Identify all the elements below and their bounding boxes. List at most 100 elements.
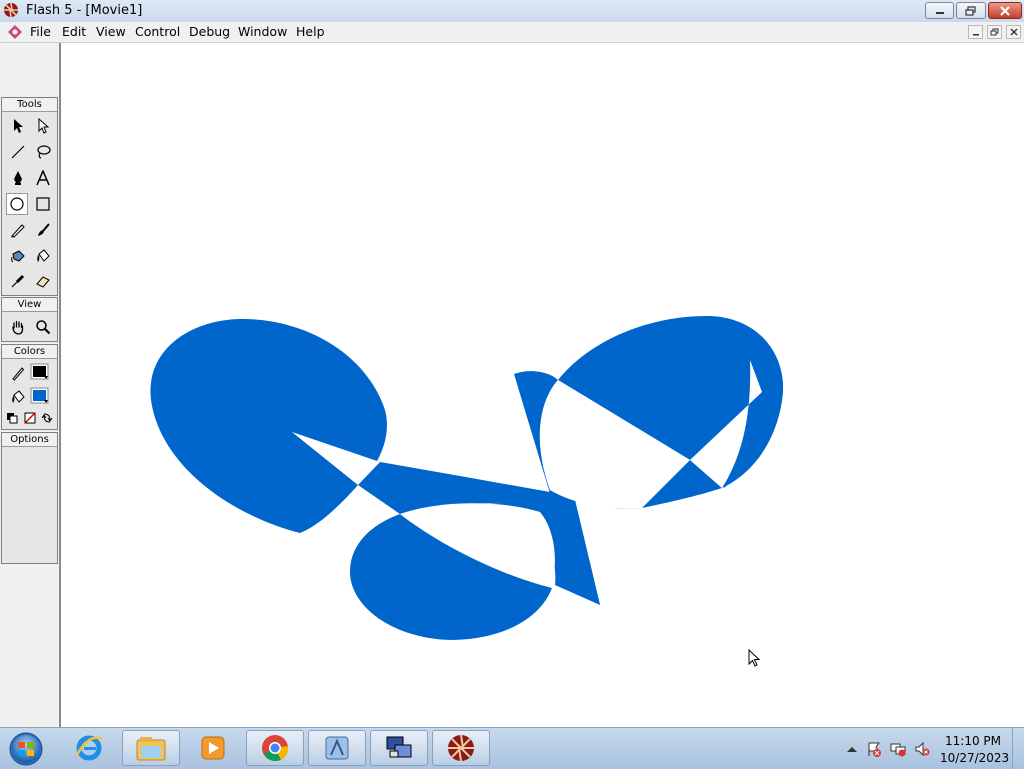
hand-tool[interactable] bbox=[7, 316, 29, 338]
rectangle-tool-icon bbox=[36, 197, 50, 211]
menu-edit[interactable]: Edit bbox=[62, 24, 86, 39]
text-tool[interactable] bbox=[32, 167, 54, 189]
stage-canvas[interactable] bbox=[62, 43, 1024, 727]
swap-colors-icon bbox=[41, 413, 53, 423]
stroke-color-swatch[interactable] bbox=[29, 362, 51, 382]
doc-restore-button[interactable] bbox=[987, 25, 1002, 39]
stroke-color-label bbox=[7, 362, 29, 384]
brush-tool-icon bbox=[38, 223, 50, 236]
window-title: Flash 5 - [Movie1] bbox=[26, 3, 143, 18]
restore-icon bbox=[990, 28, 999, 35]
hand-tool-icon bbox=[12, 320, 24, 335]
no-color-button[interactable] bbox=[22, 410, 38, 426]
doc-close-button[interactable] bbox=[1006, 25, 1021, 39]
line-tool-icon bbox=[11, 145, 25, 159]
lasso-tool[interactable] bbox=[32, 141, 54, 163]
app-icon bbox=[325, 736, 349, 760]
flash-app-icon[interactable] bbox=[3, 2, 19, 18]
zoom-tool[interactable] bbox=[32, 316, 54, 338]
options-panel: Options bbox=[1, 432, 58, 564]
action-center-icon[interactable] bbox=[866, 741, 882, 757]
taskbar-media-player[interactable] bbox=[184, 730, 242, 766]
taskbar-internet-explorer[interactable] bbox=[60, 730, 118, 766]
taskbar: 11:10 PM 10/27/2023 bbox=[0, 727, 1024, 769]
network-icon[interactable] bbox=[890, 741, 906, 757]
menu-help[interactable]: Help bbox=[296, 24, 325, 39]
menu-control[interactable]: Control bbox=[135, 24, 180, 39]
show-hidden-icons-icon[interactable] bbox=[844, 741, 860, 757]
close-icon bbox=[1010, 28, 1017, 36]
arrow-tool[interactable] bbox=[7, 115, 29, 137]
doc-minimize-button[interactable] bbox=[968, 25, 983, 39]
fill-color-label bbox=[7, 386, 29, 408]
taskbar-file-explorer[interactable] bbox=[122, 730, 180, 766]
swap-colors-button[interactable] bbox=[39, 410, 55, 426]
show-desktop-button[interactable] bbox=[1012, 728, 1024, 769]
lasso-tool-icon bbox=[37, 145, 51, 159]
paint-bucket-tool-icon bbox=[37, 249, 50, 262]
mouse-cursor-icon bbox=[748, 649, 761, 667]
clock-time[interactable]: 11:10 PM bbox=[940, 734, 1006, 748]
pen-tool[interactable] bbox=[7, 167, 29, 189]
line-tool[interactable] bbox=[7, 141, 29, 163]
default-colors-icon bbox=[7, 413, 18, 424]
title-bar: Flash 5 - [Movie1] bbox=[0, 0, 1024, 23]
taskbar-flash[interactable] bbox=[432, 730, 490, 766]
subselect-tool[interactable] bbox=[32, 115, 54, 137]
menu-view[interactable]: View bbox=[96, 24, 126, 39]
pencil-icon bbox=[12, 367, 25, 381]
pencil-tool[interactable] bbox=[7, 219, 29, 241]
tools-panel-title: Tools bbox=[2, 98, 57, 112]
eraser-tool[interactable] bbox=[32, 270, 54, 292]
close-button[interactable] bbox=[988, 2, 1022, 19]
text-tool-icon bbox=[36, 170, 50, 186]
menu-window[interactable]: Window bbox=[238, 24, 287, 39]
view-panel: View bbox=[1, 297, 58, 342]
taskbar-network-app[interactable] bbox=[370, 730, 428, 766]
zoom-tool-icon bbox=[36, 320, 51, 335]
oval-tool-icon bbox=[10, 197, 24, 211]
clock-date[interactable]: 10/27/2023 bbox=[940, 751, 1009, 765]
network-app-icon bbox=[386, 736, 412, 758]
restore-button[interactable] bbox=[956, 2, 986, 19]
start-button[interactable] bbox=[6, 731, 46, 767]
menu-debug[interactable]: Debug bbox=[189, 24, 230, 39]
volume-muted-icon[interactable] bbox=[914, 741, 930, 757]
eraser-tool-icon bbox=[36, 276, 50, 288]
tools-panel: Tools bbox=[1, 97, 58, 296]
fill-swatch-icon bbox=[30, 387, 49, 404]
stage-drawing bbox=[150, 315, 784, 640]
pencil-tool-icon bbox=[11, 224, 25, 238]
taskbar-app[interactable] bbox=[308, 730, 366, 766]
ink-bottle-tool-icon bbox=[11, 250, 25, 263]
internet-explorer-icon bbox=[75, 735, 103, 761]
paint-bucket-tool[interactable] bbox=[32, 245, 54, 267]
rectangle-tool[interactable] bbox=[32, 193, 54, 215]
arrow-tool-icon bbox=[14, 119, 23, 133]
minimize-icon bbox=[935, 11, 944, 14]
taskbar-chrome[interactable] bbox=[246, 730, 304, 766]
brush-tool[interactable] bbox=[32, 219, 54, 241]
media-player-icon bbox=[201, 736, 225, 760]
close-icon bbox=[1000, 5, 1010, 16]
file-explorer-icon bbox=[136, 737, 166, 761]
ink-bottle-tool[interactable] bbox=[7, 245, 29, 267]
subselect-tool-icon bbox=[38, 118, 50, 134]
menu-file[interactable]: File bbox=[30, 24, 51, 39]
menu-bar: File Edit View Control Debug Window Help bbox=[0, 22, 1024, 43]
options-panel-title: Options bbox=[2, 433, 57, 447]
default-colors-button[interactable] bbox=[4, 410, 20, 426]
chrome-icon bbox=[262, 735, 289, 762]
minimize-button[interactable] bbox=[925, 2, 954, 19]
pen-tool-icon bbox=[14, 171, 22, 185]
left-blob-shape bbox=[150, 318, 387, 533]
colors-panel-title: Colors bbox=[2, 345, 57, 359]
dropper-tool[interactable] bbox=[7, 270, 29, 292]
minimize-icon bbox=[972, 34, 979, 36]
fill-color-swatch[interactable] bbox=[29, 386, 51, 406]
oval-tool[interactable] bbox=[6, 193, 28, 215]
view-panel-title: View bbox=[2, 298, 57, 312]
colors-panel: Colors bbox=[1, 344, 58, 430]
document-icon[interactable] bbox=[7, 24, 23, 40]
stroke-swatch-icon bbox=[30, 363, 49, 380]
